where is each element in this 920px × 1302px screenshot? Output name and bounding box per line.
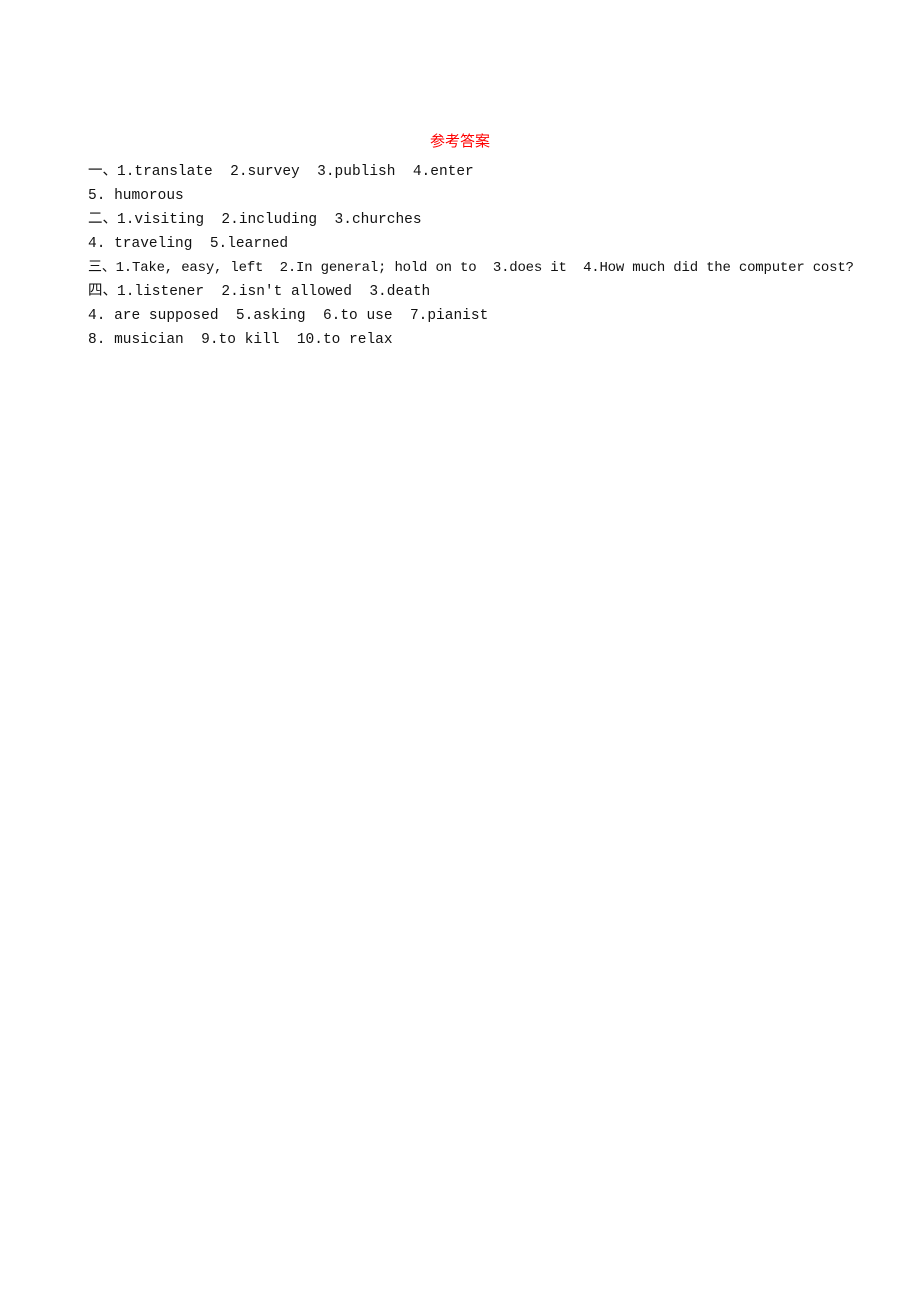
answer-line-section-4-cont-2: 8. musician 9.to kill 10.to relax xyxy=(88,332,393,348)
answer-line-section-1-cont: 5. humorous xyxy=(88,188,184,204)
answer-key-title: 参考答案 xyxy=(429,132,490,150)
answer-line-section-1: 一、1.translate 2.survey 3.publish 4.enter xyxy=(88,164,474,180)
answer-line-section-2: 二、1.visiting 2.including 3.churches xyxy=(88,212,422,228)
answer-line-section-3: 三、1.Take, easy, left 2.In general; hold … xyxy=(88,260,854,276)
answer-line-section-4: 四、1.listener 2.isn't allowed 3.death xyxy=(88,284,431,300)
answer-line-section-2-cont: 4. traveling 5.learned xyxy=(88,236,289,252)
answer-line-section-4-cont: 4. are supposed 5.asking 6.to use 7.pian… xyxy=(88,308,489,324)
document-page: 参考答案 一、1.translate 2.survey 3.publish 4.… xyxy=(0,0,920,1302)
